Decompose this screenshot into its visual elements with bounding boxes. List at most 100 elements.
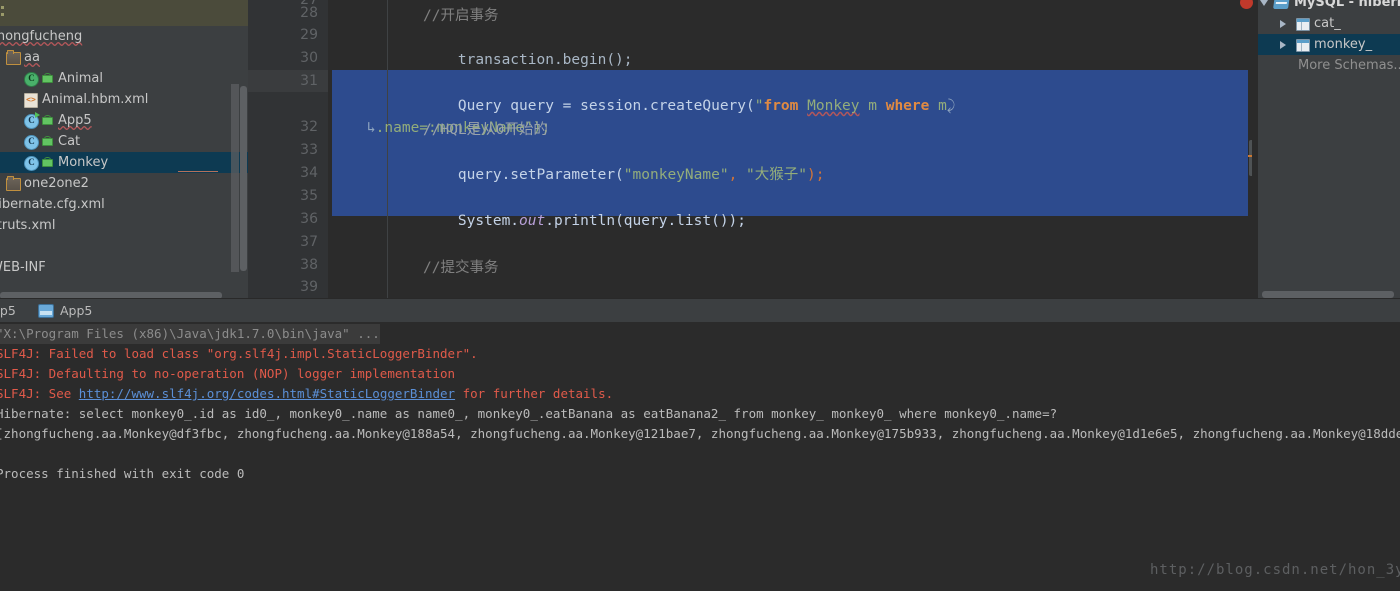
console-output[interactable]: "X:\Program Files (x86)\Java\jdk1.7.0\bi… — [0, 322, 1400, 591]
line-number-37: 37 — [300, 234, 318, 250]
code-line-38-comment: //提交事务 — [423, 260, 499, 276]
table-icon — [1296, 39, 1310, 52]
line-wrap-arrow-icon: ⤸ — [946, 98, 956, 114]
hql-from-keyword: from — [763, 98, 799, 114]
strip-mark-lower — [1, 13, 4, 16]
tree-item-label: Animal — [58, 71, 103, 86]
console-line-8: Process finished with exit code 0 — [0, 466, 245, 481]
tree-item-label: aa — [24, 50, 40, 65]
tree-item-animal[interactable]: C Animal — [0, 68, 248, 89]
hql-tail: m — [929, 98, 947, 114]
tree-item-b[interactable]: b — [0, 236, 248, 257]
strip-mark-upper — [1, 6, 4, 9]
line-number-29: 29 — [300, 27, 318, 43]
tree-item-struts-xml[interactable]: struts.xml — [0, 215, 248, 236]
database-item-label: cat_ — [1314, 16, 1341, 31]
project-tree-vertical-scrollbar[interactable] — [240, 86, 247, 271]
tree-item-label: hibernate.cfg.xml — [0, 197, 105, 212]
database-item-monkey-[interactable]: monkey_ — [1258, 34, 1400, 55]
line-number-34: 34 — [300, 165, 318, 181]
java-class-icon: C — [24, 135, 39, 150]
tree-item-zhongfucheng[interactable]: zhongfucheng — [0, 26, 248, 47]
database-item-more-schemas-[interactable]: More Schemas... — [1258, 55, 1400, 76]
run-marker-icon — [35, 112, 40, 118]
hql-alias: m — [859, 98, 886, 114]
unlocked-padlock-icon — [42, 73, 53, 83]
line-number-36: 36 — [300, 211, 318, 227]
editor-fold-strip[interactable] — [231, 84, 239, 272]
console-line-1: "X:\Program Files (x86)\Java\jdk1.7.0\bi… — [0, 324, 380, 344]
tree-item-label: struts.xml — [0, 218, 56, 233]
line-number-28: 28 — [300, 5, 318, 21]
editor-top-olive-strip — [0, 0, 248, 26]
line-number-38: 38 — [300, 257, 318, 273]
set-parameter-separator: , — [728, 167, 747, 183]
database-node-mysql[interactable]: MySQL - hiberna — [1258, 0, 1400, 13]
tree-item-label: App5 — [58, 113, 92, 128]
tree-item-monkey[interactable]: C Monkey — [0, 152, 248, 173]
unlocked-padlock-icon — [42, 115, 53, 125]
hql-where-keyword: where — [885, 98, 930, 114]
watermark-text: http://blog.csdn.net/hon_3y — [1150, 562, 1400, 578]
database-item-label: monkey_ — [1314, 37, 1373, 52]
gutter-change-marker — [178, 171, 218, 172]
tree-item-web-inf[interactable]: WEB-INF — [0, 257, 248, 278]
runnable-class-icon: C — [24, 112, 40, 129]
line-number-30: 30 — [300, 50, 318, 66]
line-number-39: 39 — [300, 279, 318, 295]
run-tab-bar[interactable]: pp5 App5 — [0, 299, 1400, 322]
java-class-icon: C — [24, 72, 39, 87]
set-parameter-prefix: query.setParameter( — [457, 167, 624, 183]
unlocked-padlock-icon — [42, 157, 53, 167]
run-tool-window[interactable]: pp5 App5 "X:\Program Files (x86)\Java\jdk… — [0, 299, 1400, 591]
tree-item-label: one2one2 — [24, 176, 89, 191]
xml-file-icon — [24, 93, 38, 108]
database-title: MySQL - hiberna — [1294, 0, 1400, 10]
tree-item-one2one2[interactable]: one2one2 — [0, 173, 248, 194]
editor-gutter[interactable]: 27 28 29 30 31 32 33 34 35 36 37 38 39 — [178, 0, 328, 300]
console-line-4: SLF4J: See http://www.slf4j.org/codes.ht… — [0, 384, 613, 404]
set-parameter-arg2: "大猴子" — [746, 167, 807, 183]
tree-item-label: Animal.hbm.xml — [42, 92, 149, 107]
tree-item-cat[interactable]: C Cat — [0, 131, 248, 152]
database-tool-window[interactable]: MySQL - hiberna cat_ monkey_ More Schemas..… — [1258, 0, 1400, 300]
line-number-31: 31 — [300, 73, 318, 89]
tree-item-label: Monkey — [58, 155, 109, 170]
set-parameter-suffix: ); — [807, 167, 825, 183]
table-icon — [1296, 18, 1310, 31]
line-number-32: 32 — [300, 119, 318, 135]
hql-entity-name: Monkey — [807, 98, 860, 114]
database-panel-horizontal-scrollbar[interactable] — [1262, 291, 1394, 298]
console-line-6: [zhongfucheng.aa.Monkey@df3fbc, zhongfuc… — [0, 426, 1400, 441]
chevron-down-icon[interactable] — [1260, 0, 1268, 6]
slf4j-doc-link[interactable]: http://www.slf4j.org/codes.html#StaticLo… — [79, 386, 455, 401]
tree-item-label: Cat — [58, 134, 81, 149]
tree-item-hibernate-cfg-xml[interactable]: hibernate.cfg.xml — [0, 194, 248, 215]
code-line-39: transaction.commit(); — [423, 279, 641, 300]
hql-space-1 — [798, 98, 807, 114]
println-suffix: .println(query.list()); — [545, 213, 747, 229]
code-line-32-comment: //HQL是从0开始的 — [423, 122, 548, 138]
line-number-33: 33 — [300, 142, 318, 158]
tree-item-animal-hbm-xml[interactable]: Animal.hbm.xml — [0, 89, 248, 110]
chevron-right-icon[interactable] — [1280, 20, 1286, 28]
println-prefix: System. — [457, 213, 520, 229]
code-editor[interactable]: //开启事务 transaction.begin(); Query query … — [328, 0, 1258, 300]
java-class-icon: C — [24, 156, 39, 171]
tree-item-label: WEB-INF — [0, 260, 46, 275]
console-icon — [38, 304, 54, 318]
tree-item-app5[interactable]: C App5 — [0, 110, 248, 131]
chevron-right-icon[interactable] — [1280, 41, 1286, 49]
set-parameter-arg1: "monkeyName" — [623, 167, 729, 183]
run-tab-label: pp5 — [0, 303, 16, 318]
console-line-5: Hibernate: select monkey0_.id as id0_, m… — [0, 406, 1058, 421]
database-item-cat-[interactable]: cat_ — [1258, 13, 1400, 34]
console-line-text: SLF4J: See — [0, 386, 79, 401]
println-static-field: out — [519, 213, 546, 229]
unlocked-padlock-icon — [42, 136, 53, 146]
code-line-35: System.out.println(query.list()); — [423, 188, 746, 254]
line-number-35: 35 — [300, 188, 318, 204]
tree-item-aa[interactable]: aa — [0, 47, 248, 68]
project-tree-panel[interactable]: zhongfuchengaaCAnimalAnimal.hbm.xmlCApp5… — [0, 26, 248, 299]
wrap-continuation-icon: ↳ — [366, 120, 376, 136]
